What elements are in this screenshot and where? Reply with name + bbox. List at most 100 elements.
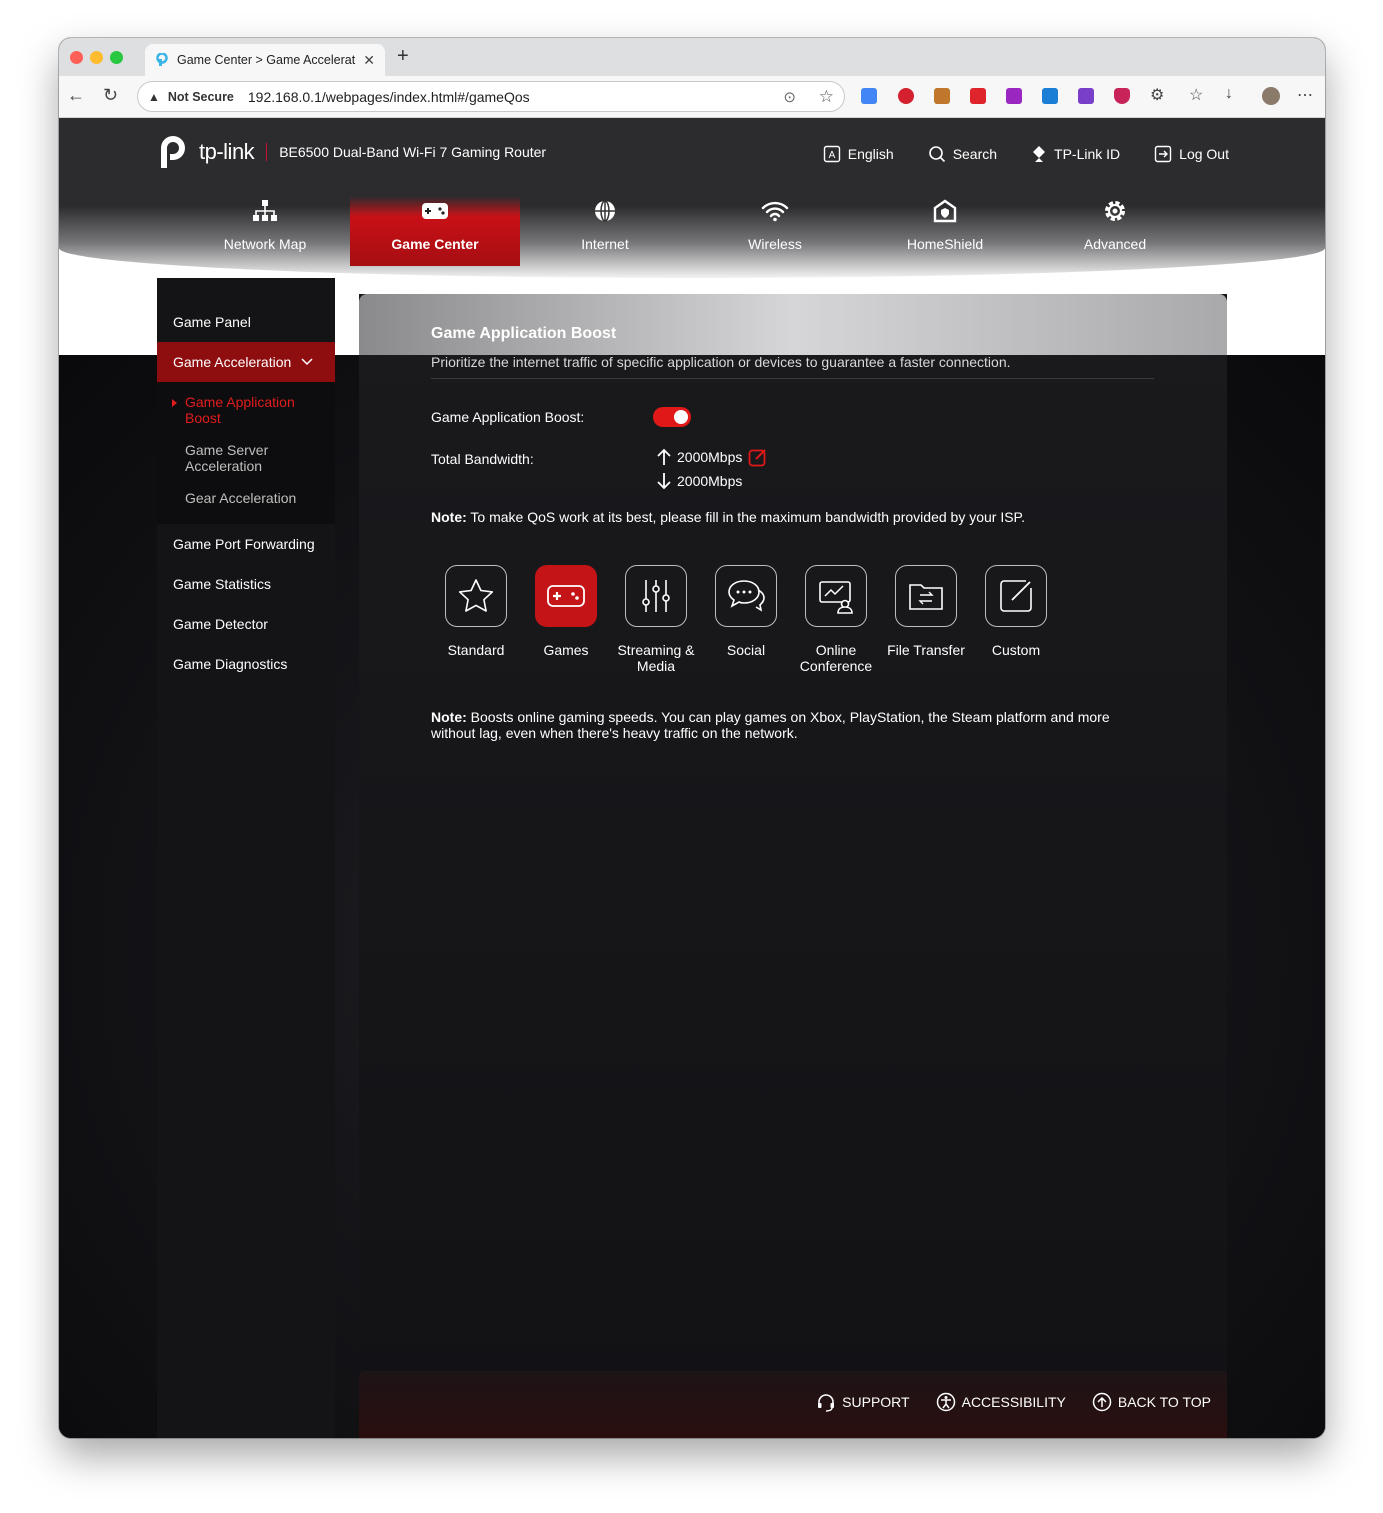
sidebar-item-game-diagnostics[interactable]: Game Diagnostics xyxy=(157,644,335,684)
back-to-top-label: BACK TO TOP xyxy=(1117,1394,1211,1410)
sidebar-item-game-port-forwarding[interactable]: Game Port Forwarding xyxy=(157,524,335,564)
note-bold: Note: xyxy=(431,509,467,525)
nav-label: HomeShield xyxy=(906,236,984,252)
nav-label: Advanced xyxy=(1083,236,1147,252)
browser-tab[interactable]: Game Center > Game Accelerat ✕ xyxy=(145,44,385,76)
tplink-id-link[interactable]: TP-Link ID xyxy=(1031,145,1120,163)
warning-icon: ▲ xyxy=(148,89,160,104)
extension-icon[interactable] xyxy=(934,88,950,104)
mode-standard[interactable]: Standard xyxy=(431,565,521,674)
accessibility-link[interactable]: ACCESSIBILITY xyxy=(936,1392,1066,1412)
tplink-favicon-icon xyxy=(156,53,168,66)
folder-icon xyxy=(909,584,943,610)
router-header: tp-link BE6500 Dual-Band Wi-Fi 7 Gaming … xyxy=(59,118,1325,278)
downloads-icon[interactable]: ↓ xyxy=(1225,85,1233,103)
sidebar-item-game-detector[interactable]: Game Detector xyxy=(157,604,335,644)
mode-online-conference[interactable]: Online Conference xyxy=(791,565,881,674)
mode-games[interactable]: Games xyxy=(521,565,611,674)
sidebar-submenu: Game Application Boost Game Server Accel… xyxy=(157,382,335,524)
browser-window: Game Center > Game Accelerat ✕ + ← ↻ ▲ N… xyxy=(59,38,1325,1438)
extension-icon[interactable] xyxy=(1006,88,1022,104)
extension-icon[interactable] xyxy=(1078,88,1094,104)
address-bar-row: ← ↻ ▲ Not Secure 192.168.0.1/webpages/in… xyxy=(59,76,1325,118)
language-label: English xyxy=(847,146,894,162)
mode-label: Online Conference xyxy=(799,642,873,674)
language-icon: A xyxy=(823,145,840,163)
upload-value: 2000Mbps xyxy=(677,449,743,465)
sidebar-item-game-panel[interactable]: Game Panel xyxy=(157,302,335,342)
close-window-button[interactable] xyxy=(70,51,83,64)
sidebar-sub-game-server-acceleration[interactable]: Game Server Acceleration xyxy=(157,438,335,478)
mode-streaming-media[interactable]: Streaming & Media xyxy=(611,565,701,674)
conference-icon xyxy=(819,581,853,614)
sidebar: Game Panel Game Acceleration Game Applic… xyxy=(157,278,335,1438)
nav-advanced[interactable]: Advanced xyxy=(1030,196,1200,266)
adblock-extension-icon[interactable] xyxy=(898,88,914,104)
avatar[interactable] xyxy=(1262,87,1280,105)
nav-label: Network Map xyxy=(223,236,307,252)
back-icon[interactable]: ← xyxy=(67,85,85,106)
games-note: Note: Boosts online gaming speeds. You c… xyxy=(431,709,1151,741)
logout-icon xyxy=(1154,145,1172,163)
edit-icon[interactable] xyxy=(748,447,768,467)
url-text[interactable]: 192.168.0.1/webpages/index.html#/gameQos xyxy=(248,89,530,105)
mode-label: Streaming & Media xyxy=(617,642,695,674)
close-tab-icon[interactable]: ✕ xyxy=(363,52,375,69)
back-to-top-link[interactable]: BACK TO TOP xyxy=(1092,1392,1211,1412)
search-link[interactable]: Search xyxy=(928,145,997,163)
link-extension-icon[interactable] xyxy=(1042,88,1058,104)
svg-text:A: A xyxy=(828,150,835,161)
sidebar-item-game-statistics[interactable]: Game Statistics xyxy=(157,564,335,604)
mode-custom[interactable]: Custom xyxy=(971,565,1061,674)
puzzle-icon[interactable]: ⚙ xyxy=(1150,85,1164,105)
boost-label: Game Application Boost: xyxy=(431,409,585,425)
network-map-icon xyxy=(253,200,277,221)
chat-bubbles-icon xyxy=(728,580,765,612)
mode-file-transfer[interactable]: File Transfer xyxy=(881,565,971,674)
download-row: 2000Mbps xyxy=(657,472,742,490)
footer-links: SUPPORT ACCESSIBILITY BACK TO TOP xyxy=(816,1392,1211,1412)
new-tab-button[interactable]: + xyxy=(397,45,409,68)
sidebar-item-game-acceleration[interactable]: Game Acceleration xyxy=(157,342,335,382)
headset-icon xyxy=(818,1394,835,1412)
nav-homeshield[interactable]: HomeShield xyxy=(860,196,1030,266)
page-info-icon[interactable]: ⊙ xyxy=(783,88,796,106)
favorites-icon[interactable]: ☆ xyxy=(1189,85,1203,105)
language-link[interactable]: A English xyxy=(823,145,894,163)
page-description: Prioritize the internet traffic of speci… xyxy=(431,354,1011,370)
nav-game-center[interactable]: Game Center xyxy=(350,196,520,266)
content-panel: Game Application Boost Prioritize the in… xyxy=(359,294,1227,1438)
nav-label: Wireless xyxy=(748,236,802,252)
tplink-id-label: TP-Link ID xyxy=(1054,146,1121,162)
gamepad-icon xyxy=(422,203,448,219)
nav-wireless[interactable]: Wireless xyxy=(690,196,860,266)
router-page: tp-link BE6500 Dual-Band Wi-Fi 7 Gaming … xyxy=(59,118,1325,1438)
gamepad-icon xyxy=(547,585,585,607)
translate-extension-icon[interactable] xyxy=(861,88,877,104)
logout-link[interactable]: Log Out xyxy=(1154,145,1229,163)
tab-bar: Game Center > Game Accelerat ✕ + xyxy=(59,38,1325,76)
nav-internet[interactable]: Internet xyxy=(520,196,690,266)
sidebar-sub-game-application-boost[interactable]: Game Application Boost xyxy=(157,390,335,430)
more-menu-icon[interactable]: ⋯ xyxy=(1297,85,1313,105)
bookmark-star-icon[interactable]: ☆ xyxy=(819,87,834,107)
zoom-window-button[interactable] xyxy=(110,51,123,64)
url-box[interactable]: ▲ Not Secure 192.168.0.1/webpages/index.… xyxy=(137,81,845,112)
download-arrow-icon xyxy=(657,473,671,490)
main-nav: Network Map Game Center Internet Wireles… xyxy=(180,196,1200,266)
nav-network-map[interactable]: Network Map xyxy=(180,196,350,266)
security-label[interactable]: Not Secure xyxy=(168,90,234,104)
sidebar-sub-gear-acceleration[interactable]: Gear Acceleration xyxy=(157,486,335,510)
mode-label: Custom xyxy=(991,642,1041,658)
extension-icon[interactable] xyxy=(970,88,986,104)
mode-social[interactable]: Social xyxy=(701,565,791,674)
reload-icon[interactable]: ↻ xyxy=(103,85,118,106)
support-link[interactable]: SUPPORT xyxy=(816,1392,910,1412)
mode-tiles: Standard Games Streaming & Media Social … xyxy=(431,565,1061,674)
minimize-window-button[interactable] xyxy=(90,51,103,64)
homeshield-icon xyxy=(933,199,957,223)
logo[interactable]: tp-link BE6500 Dual-Band Wi-Fi 7 Gaming … xyxy=(155,133,546,171)
boost-toggle[interactable] xyxy=(653,407,691,427)
shield-extension-icon[interactable] xyxy=(1114,88,1130,104)
